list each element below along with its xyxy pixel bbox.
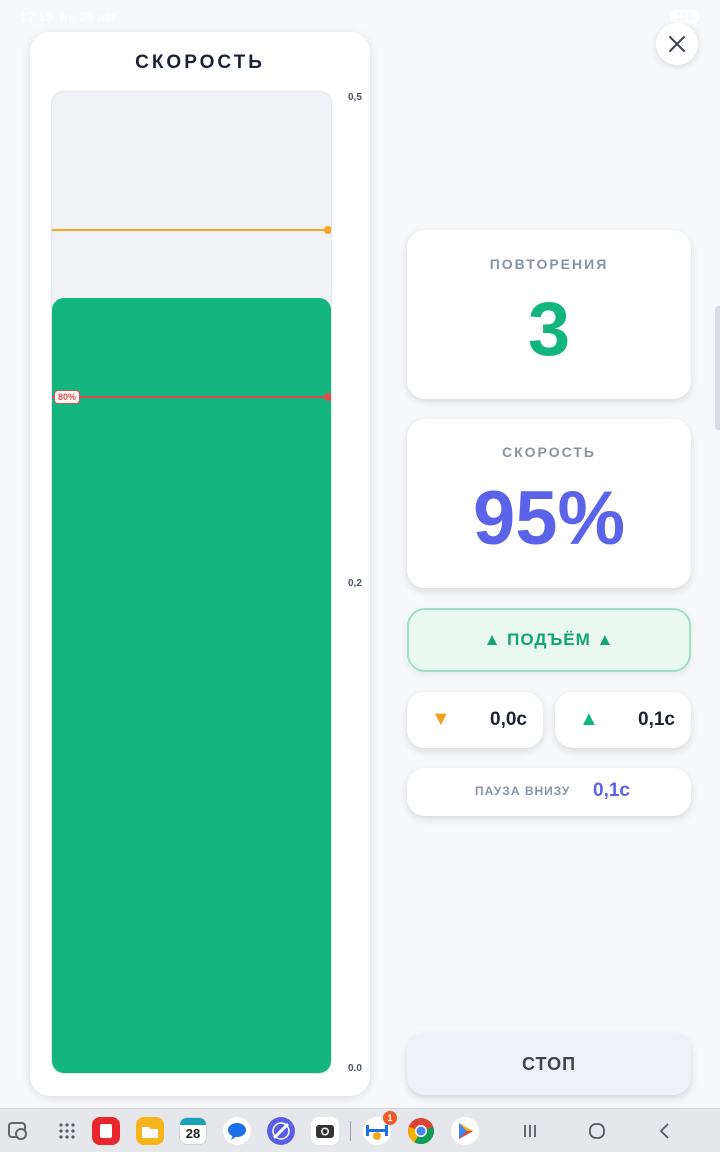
axis-tick-top: 0,5 — [348, 92, 362, 103]
edge-panel-handle[interactable] — [715, 306, 720, 430]
pause-label: ПАУЗА ВНИЗУ — [475, 784, 571, 798]
files-app-icon[interactable] — [136, 1117, 164, 1145]
pause-value: 0,1с — [593, 780, 630, 801]
reps-label: ПОВТОРЕНИЯ — [489, 256, 609, 272]
up-arrow-icon: ▲ — [579, 708, 599, 730]
calendar-day: 28 — [185, 1126, 201, 1141]
browser-app-icon[interactable] — [267, 1117, 295, 1145]
messages-app-icon[interactable] — [223, 1117, 251, 1145]
recent-apps-icon[interactable] — [4, 1117, 32, 1145]
axis-tick-bottom: 0.0 — [348, 1063, 362, 1074]
pause-bottom-pill[interactable]: ПАУЗА ВНИЗУ 0,1с — [407, 768, 691, 816]
speed-gauge-title: СКОРОСТЬ — [135, 52, 265, 73]
stop-button[interactable]: СТОП — [407, 1033, 691, 1095]
recents-nav-icon[interactable] — [520, 1121, 540, 1146]
speed-value: 95% — [472, 476, 626, 561]
threshold-label: 80% — [54, 390, 81, 404]
workout-app-icon[interactable]: 1 — [363, 1111, 397, 1145]
speed-gauge-fill — [52, 298, 331, 1073]
phase-indicator[interactable]: ▲ ПОДЪЁМ ▲ — [407, 608, 691, 672]
status-bar: 12:15 пт, 28 авг. 100 — [0, 0, 720, 32]
down-time-pill[interactable]: ▼ 0,0с — [407, 692, 543, 748]
reps-value: 3 — [527, 287, 571, 372]
notification-badge: 1 — [383, 1111, 397, 1125]
speed-gauge-card: СКОРОСТЬ 80% 0,5 0,2 0.0 — [30, 32, 370, 1096]
navbar-divider — [350, 1121, 351, 1141]
status-time: 12:15 — [20, 8, 53, 24]
target-line-orange — [52, 229, 328, 231]
battery-icon: 100 — [669, 10, 700, 24]
close-icon — [669, 36, 685, 52]
apps-grid-icon[interactable] — [53, 1117, 81, 1145]
calendar-header — [180, 1118, 206, 1125]
play-store-app-icon[interactable] — [451, 1117, 479, 1145]
axis-tick-mid: 0,2 — [348, 578, 362, 589]
status-left: 12:15 пт, 28 авг. — [20, 8, 118, 24]
speed-card: СКОРОСТЬ 95% — [407, 419, 691, 588]
close-button[interactable] — [656, 23, 698, 65]
status-date: пт, 28 авг. — [60, 8, 119, 24]
threshold-dot-red — [324, 393, 331, 401]
reps-card: ПОВТОРЕНИЯ 3 — [407, 230, 691, 399]
chrome-app-icon[interactable] — [407, 1117, 435, 1145]
speed-gauge-track: 80% — [51, 91, 332, 1074]
status-right: 100 — [669, 8, 700, 24]
calendar-app-icon[interactable]: 28 — [179, 1117, 207, 1145]
down-arrow-icon: ▼ — [431, 708, 451, 730]
up-time-value: 0,1с — [638, 709, 675, 730]
threshold-line-red — [52, 396, 328, 398]
target-dot-orange — [324, 226, 331, 234]
down-time-value: 0,0с — [490, 709, 527, 730]
home-nav-icon[interactable] — [587, 1121, 607, 1146]
speed-label: СКОРОСТЬ — [502, 444, 596, 460]
notes-app-icon[interactable] — [92, 1117, 120, 1145]
up-time-pill[interactable]: ▲ 0,1с — [555, 692, 691, 748]
navigation-bar: 28 1 — [0, 1108, 720, 1152]
back-nav-icon[interactable] — [655, 1121, 675, 1146]
camera-app-icon[interactable] — [311, 1117, 339, 1145]
